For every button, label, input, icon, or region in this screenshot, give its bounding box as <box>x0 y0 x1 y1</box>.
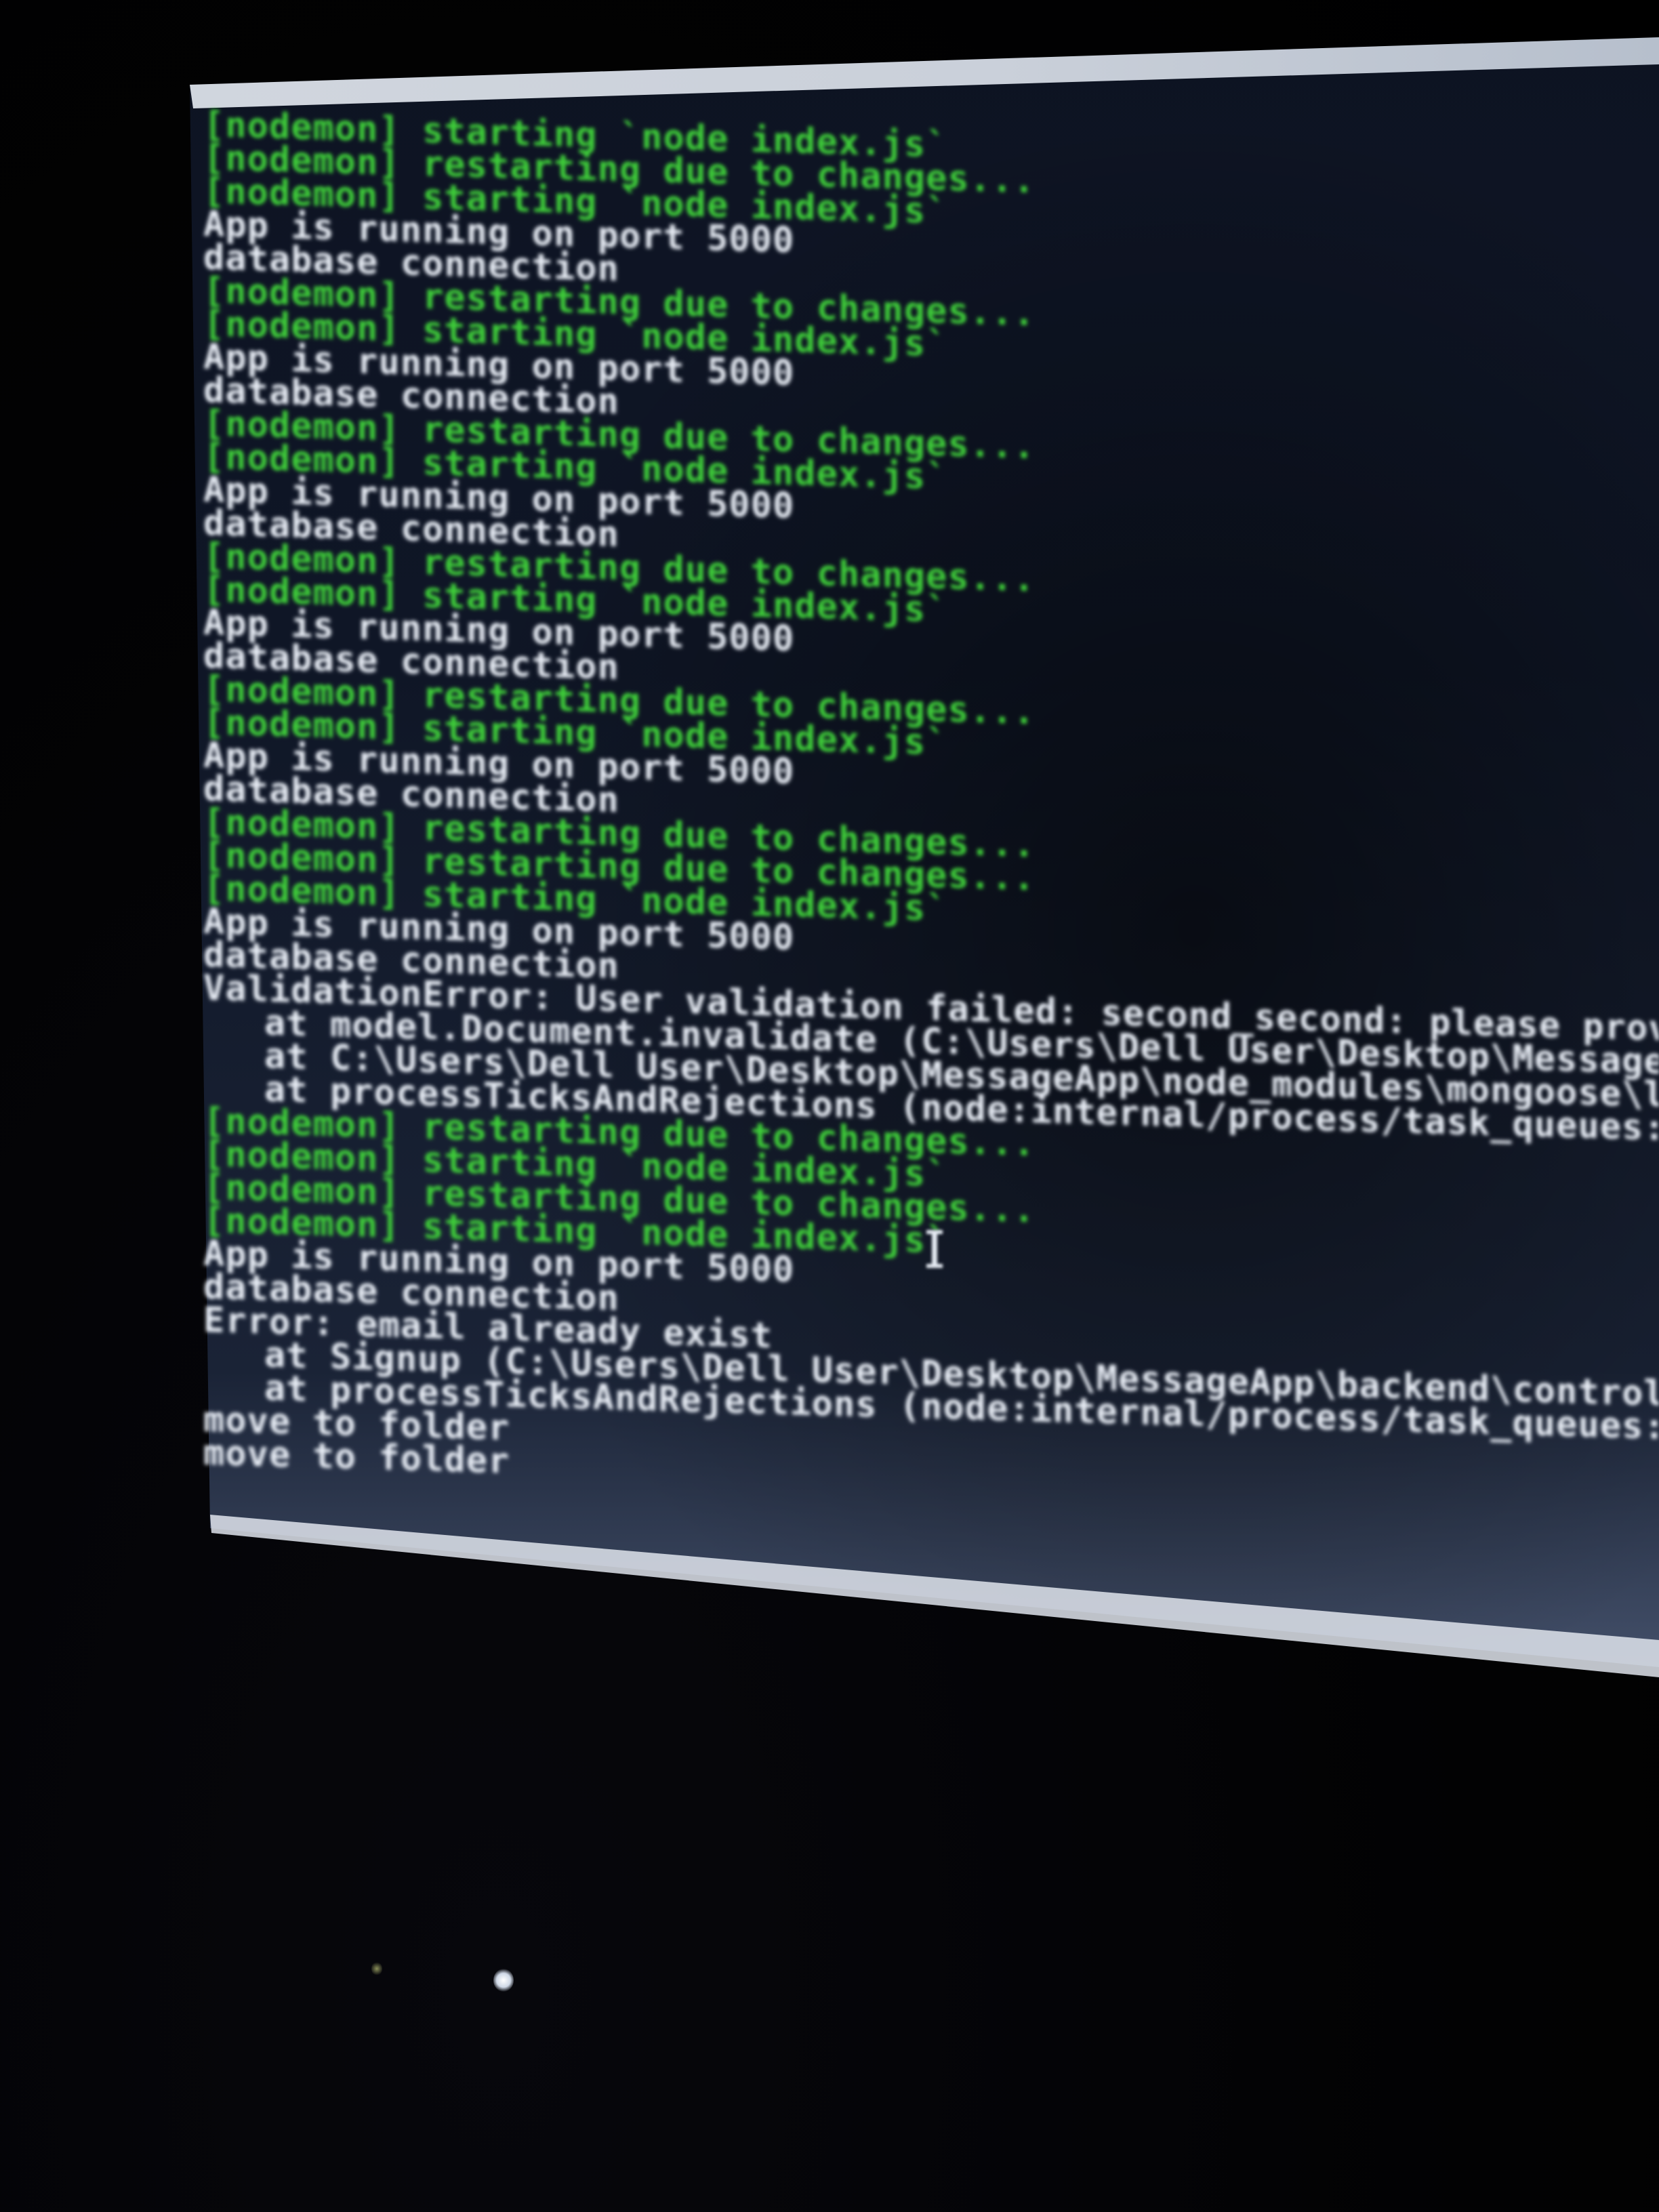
status-light <box>371 1962 382 1975</box>
terminal-output[interactable]: [nodemon] starting `node index.js` [nodem… <box>203 108 1659 1545</box>
power-led-icon <box>493 1969 514 1992</box>
text-cursor-icon <box>926 1230 943 1268</box>
